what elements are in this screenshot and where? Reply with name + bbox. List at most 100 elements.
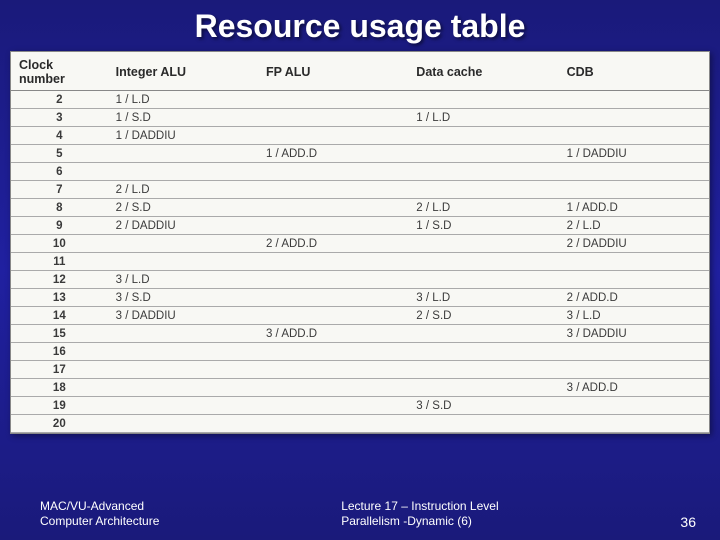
col-dcache: Data cache (408, 52, 558, 91)
cell-fp_alu (258, 289, 408, 307)
cell-clock: 10 (11, 235, 108, 253)
cell-fp_alu (258, 199, 408, 217)
footer-page-number: 36 (680, 514, 696, 530)
cell-clock: 16 (11, 343, 108, 361)
cell-int_alu (108, 235, 258, 253)
cell-fp_alu (258, 343, 408, 361)
table-row: 15 3 / ADD.D 3 / DADDIU (11, 325, 709, 343)
cell-data_cache (408, 181, 558, 199)
col-clock: Clock number (11, 52, 108, 91)
cell-fp_alu (258, 397, 408, 415)
footer-mid-line2: Parallelism -Dynamic (6) (341, 514, 498, 530)
cell-clock: 9 (11, 217, 108, 235)
cell-cdb: 2 / L.D (559, 217, 709, 235)
cell-clock: 7 (11, 181, 108, 199)
cell-fp_alu (258, 127, 408, 145)
cell-data_cache (408, 235, 558, 253)
cell-clock: 18 (11, 379, 108, 397)
cell-fp_alu (258, 163, 408, 181)
cell-int_alu: 1 / S.D (108, 109, 258, 127)
cell-data_cache (408, 253, 558, 271)
cell-fp_alu (258, 253, 408, 271)
cell-int_alu (108, 415, 258, 433)
cell-int_alu: 3 / L.D (108, 271, 258, 289)
footer-left-line2: Computer Architecture (40, 514, 159, 530)
cell-int_alu: 2 / DADDIU (108, 217, 258, 235)
footer-mid-line1: Lecture 17 – Instruction Level (341, 499, 498, 515)
col-cdb: CDB (559, 52, 709, 91)
cell-cdb (559, 343, 709, 361)
cell-clock: 6 (11, 163, 108, 181)
col-fp-alu: FP ALU (258, 52, 408, 91)
cell-clock: 4 (11, 127, 108, 145)
table-row: 82 / S.D2 / L.D1 / ADD.D (11, 199, 709, 217)
cell-data_cache: 2 / S.D (408, 307, 558, 325)
cell-cdb: 3 / DADDIU (559, 325, 709, 343)
cell-clock: 8 (11, 199, 108, 217)
cell-int_alu: 2 / S.D (108, 199, 258, 217)
cell-clock: 15 (11, 325, 108, 343)
col-int-alu: Integer ALU (108, 52, 258, 91)
cell-int_alu: 1 / L.D (108, 91, 258, 109)
cell-fp_alu (258, 415, 408, 433)
cell-cdb (559, 415, 709, 433)
cell-int_alu (108, 163, 258, 181)
cell-data_cache (408, 127, 558, 145)
resource-usage-table: Clock number Integer ALU FP ALU Data cac… (11, 52, 709, 433)
cell-clock: 19 (11, 397, 108, 415)
slide-footer: MAC/VU-Advanced Computer Architecture Le… (0, 491, 720, 540)
cell-cdb: 3 / L.D (559, 307, 709, 325)
footer-left-line1: MAC/VU-Advanced (40, 499, 159, 515)
footer-middle: Lecture 17 – Instruction Level Paralleli… (341, 499, 498, 530)
table-row: 11 (11, 253, 709, 271)
cell-data_cache: 1 / S.D (408, 217, 558, 235)
cell-int_alu (108, 145, 258, 163)
cell-int_alu (108, 379, 258, 397)
table-row: 6 (11, 163, 709, 181)
cell-cdb (559, 91, 709, 109)
cell-fp_alu: 3 / ADD.D (258, 325, 408, 343)
table-row: 17 (11, 361, 709, 379)
cell-cdb: 2 / ADD.D (559, 289, 709, 307)
table-row: 18 3 / ADD.D (11, 379, 709, 397)
cell-cdb (559, 127, 709, 145)
cell-data_cache (408, 163, 558, 181)
cell-clock: 20 (11, 415, 108, 433)
cell-fp_alu (258, 181, 408, 199)
cell-fp_alu (258, 271, 408, 289)
cell-int_alu: 3 / DADDIU (108, 307, 258, 325)
cell-data_cache: 3 / S.D (408, 397, 558, 415)
table-row: 41 / DADDIU (11, 127, 709, 145)
cell-int_alu (108, 361, 258, 379)
cell-cdb (559, 109, 709, 127)
cell-clock: 5 (11, 145, 108, 163)
table-header-row: Clock number Integer ALU FP ALU Data cac… (11, 52, 709, 91)
cell-data_cache (408, 415, 558, 433)
cell-clock: 3 (11, 109, 108, 127)
cell-int_alu: 2 / L.D (108, 181, 258, 199)
cell-clock: 12 (11, 271, 108, 289)
table-row: 72 / L.D (11, 181, 709, 199)
cell-data_cache: 2 / L.D (408, 199, 558, 217)
cell-cdb (559, 253, 709, 271)
cell-cdb: 3 / ADD.D (559, 379, 709, 397)
cell-data_cache (408, 145, 558, 163)
cell-cdb: 2 / DADDIU (559, 235, 709, 253)
cell-data_cache (408, 271, 558, 289)
cell-data_cache (408, 91, 558, 109)
table-row: 51 / ADD.D1 / DADDIU (11, 145, 709, 163)
cell-fp_alu (258, 91, 408, 109)
cell-data_cache (408, 361, 558, 379)
cell-cdb (559, 163, 709, 181)
cell-data_cache (408, 343, 558, 361)
footer-left: MAC/VU-Advanced Computer Architecture (40, 499, 159, 530)
cell-data_cache: 1 / L.D (408, 109, 558, 127)
cell-fp_alu (258, 109, 408, 127)
cell-data_cache (408, 325, 558, 343)
cell-clock: 11 (11, 253, 108, 271)
table-row: 21 / L.D (11, 91, 709, 109)
table-row: 31 / S.D 1 / L.D (11, 109, 709, 127)
cell-clock: 17 (11, 361, 108, 379)
table-row: 143 / DADDIU2 / S.D3 / L.D (11, 307, 709, 325)
cell-clock: 13 (11, 289, 108, 307)
